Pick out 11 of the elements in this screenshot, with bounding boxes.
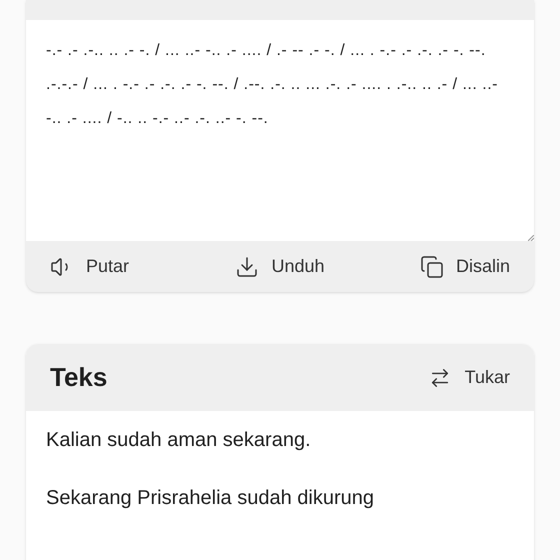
text-paragraph: Kalian sudah aman sekarang. [46, 428, 312, 453]
text-paragraph: Sekarang Prisrahelia sudah dikurung [46, 486, 375, 511]
copy-icon [420, 254, 444, 278]
download-button[interactable]: Unduh [203, 253, 357, 280]
copy-button[interactable]: Disalin [356, 253, 510, 280]
morse-output-field[interactable]: -.- .- .-.. .. .- -. / ... ..- -.. .- .... / .- -- .- -. / ... . -.- .- .-. .- -. --. .-.-.- / ... . -.- .- .-. .- -. --. / .--. .-. .. ... .-. .- .... . .-.. .. .- / ... ..- -.. .- .... / -.. .. -.- ..- .-. ..- -. --. [26, 20, 534, 241]
download-icon [235, 254, 260, 278]
play-button[interactable]: Putar [50, 253, 204, 280]
resize-handle-icon[interactable] [528, 235, 534, 241]
card-title: Teks [50, 361, 108, 394]
swap-button[interactable]: Tukar [428, 364, 510, 391]
